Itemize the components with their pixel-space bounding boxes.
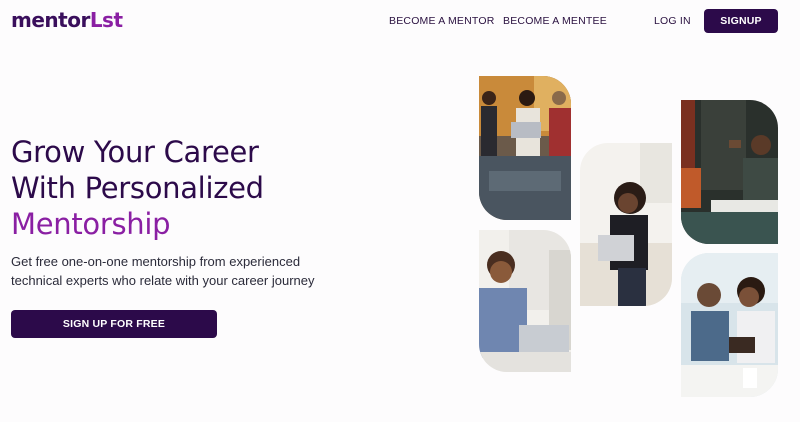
nav-become-mentor[interactable]: BECOME A MENTOR <box>389 15 495 27</box>
group-laptops-photo <box>479 76 571 220</box>
hero-title-line-2: With Personalized <box>11 171 264 205</box>
nav-become-mentee[interactable]: BECOME A MENTEE <box>503 15 607 27</box>
brand-logo[interactable]: mentorLst <box>11 8 123 32</box>
hero-title-highlight: Mentorship <box>11 207 171 241</box>
mentoring-pair-photo <box>681 253 778 397</box>
hero-title-line-1: Grow Your Career <box>11 135 259 169</box>
logo-accent-text: Lst <box>89 8 123 32</box>
signup-button[interactable]: SIGNUP <box>704 9 778 33</box>
hero-subtitle-line-1: Get free one-on-one mentorship from expe… <box>11 254 301 269</box>
hero-subtitle: Get free one-on-one mentorship from expe… <box>11 252 351 290</box>
logo-text: mentor <box>11 8 90 32</box>
woman-laptop-photo <box>580 143 672 306</box>
hero-subtitle-line-2: technical experts who relate with your c… <box>11 273 315 288</box>
man-laptop-photo <box>479 230 571 372</box>
discussion-photo <box>681 100 778 244</box>
signup-free-button[interactable]: SIGN UP FOR FREE <box>11 310 217 338</box>
login-link[interactable]: LOG IN <box>654 15 691 27</box>
top-nav: mentorLst BECOME A MENTOR BECOME A MENTE… <box>0 0 800 44</box>
hero-title: Grow Your Career With Personalized Mento… <box>11 134 264 242</box>
